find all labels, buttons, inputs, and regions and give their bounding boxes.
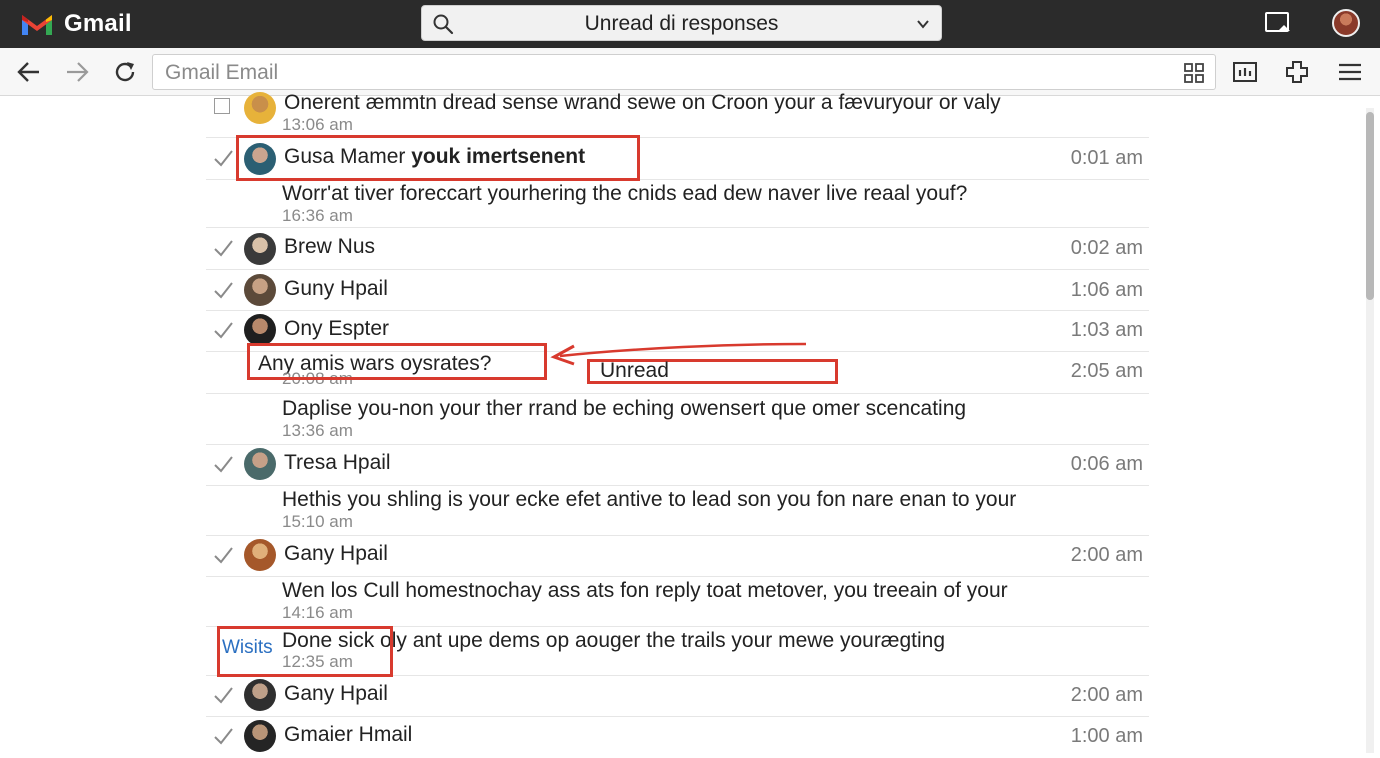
account-avatar[interactable] [1332, 9, 1360, 37]
check-icon[interactable] [212, 684, 234, 706]
email-time: 1:03 am [1070, 319, 1143, 341]
email-sender: Tresa Hpail [284, 451, 391, 474]
email-sender: Gmaier Hmail [284, 723, 413, 746]
email-time: 0:02 am [1070, 237, 1143, 259]
email-sender: Gany Hpail [284, 542, 388, 565]
email-row[interactable]: Gmaier Hmail 1:00 am [206, 717, 1149, 758]
email-row[interactable]: Brew Nus 0:02 am [206, 228, 1149, 270]
avatar [244, 233, 276, 265]
email-sender: Ony Espter [284, 317, 390, 340]
check-icon[interactable] [212, 147, 234, 169]
check-icon[interactable] [212, 544, 234, 566]
highlight-box-snippet [247, 343, 547, 380]
check-icon[interactable] [212, 725, 234, 747]
avatar [244, 314, 276, 346]
email-snippet: Daplise you-non your ther rrand be echin… [282, 397, 967, 420]
annotation-arrow-icon [550, 342, 807, 366]
email-row[interactable]: Worr'at tiver foreccart yourhering the c… [206, 180, 1149, 228]
avatar [244, 720, 276, 752]
reader-icon[interactable] [1232, 59, 1258, 85]
email-time: 2:05 am [1070, 360, 1143, 382]
email-sender: Brew Nus [284, 235, 376, 258]
avatar [244, 448, 276, 480]
browser-nav-bar [0, 48, 1380, 96]
avatar [244, 274, 276, 306]
email-row[interactable]: Wen los Cull homestnochay ass ats fon re… [206, 577, 1149, 627]
email-stamp: 16:36 am [282, 206, 353, 225]
reload-icon[interactable] [112, 59, 138, 85]
email-snippet: Worr'at tiver foreccart yourhering the c… [282, 182, 968, 205]
email-row[interactable]: Tresa Hpail 0:06 am [206, 445, 1149, 486]
wisits-label: Wisits [222, 637, 273, 658]
avatar [244, 92, 276, 124]
email-time: 2:00 am [1070, 544, 1143, 566]
email-row[interactable]: Hethis you shling is your ecke efet anti… [206, 486, 1149, 536]
avatar [244, 679, 276, 711]
email-stamp: 13:06 am [282, 115, 353, 134]
search-box[interactable]: Unread di responses [421, 5, 942, 41]
top-bar: Gmail Unread di responses [0, 0, 1380, 48]
email-stamp: 14:16 am [282, 603, 353, 622]
email-row[interactable]: Daplise you-non your ther rrand be echin… [206, 394, 1149, 445]
grid-icon[interactable] [1183, 62, 1205, 84]
email-stamp: 15:10 am [282, 512, 353, 531]
app-title: Gmail [64, 10, 132, 37]
search-query: Unread di responses [584, 12, 779, 35]
email-time: 2:00 am [1070, 684, 1143, 706]
forward-arrow-icon[interactable] [64, 59, 90, 85]
extensions-icon[interactable] [1284, 59, 1310, 85]
search-icon [433, 14, 454, 35]
check-icon[interactable] [212, 279, 234, 301]
address-bar[interactable] [152, 54, 1216, 90]
gmail-logo-icon [22, 15, 52, 35]
email-snippet: Hethis you shling is your ecke efet anti… [282, 488, 1017, 511]
email-sender: Guny Hpail [284, 277, 388, 300]
scrollbar-thumb[interactable] [1366, 112, 1374, 300]
email-sender: Onerent æmmtn dread sense wrand sewe on … [284, 91, 1001, 114]
email-row[interactable]: Guny Hpail 1:06 am [206, 270, 1149, 311]
email-time: 0:06 am [1070, 453, 1143, 475]
check-icon[interactable] [212, 237, 234, 259]
email-time: 1:00 am [1070, 725, 1143, 747]
email-time: 0:01 am [1070, 147, 1143, 169]
address-input[interactable] [163, 60, 1067, 86]
email-stamp: 13:36 am [282, 421, 353, 440]
menu-icon[interactable] [1337, 59, 1363, 85]
back-arrow-icon[interactable] [16, 59, 42, 85]
chevron-down-icon[interactable] [915, 16, 931, 32]
check-icon[interactable] [212, 319, 234, 341]
email-time: 1:06 am [1070, 279, 1143, 301]
email-row[interactable]: Gany Hpail 2:00 am [206, 536, 1149, 577]
email-sender: Gany Hpail [284, 682, 388, 705]
avatar [244, 539, 276, 571]
email-row[interactable]: Onerent æmmtn dread sense wrand sewe on … [206, 91, 1149, 138]
email-row[interactable]: Gany Hpail 2:00 am [206, 676, 1149, 717]
gmail-brand[interactable]: Gmail [20, 8, 132, 40]
email-snippet: Wen los Cull homestnochay ass ats fon re… [282, 579, 1008, 602]
cast-icon[interactable] [1264, 10, 1292, 36]
select-checkbox[interactable] [214, 98, 230, 114]
check-icon[interactable] [212, 453, 234, 475]
highlight-box-sender [236, 135, 640, 181]
